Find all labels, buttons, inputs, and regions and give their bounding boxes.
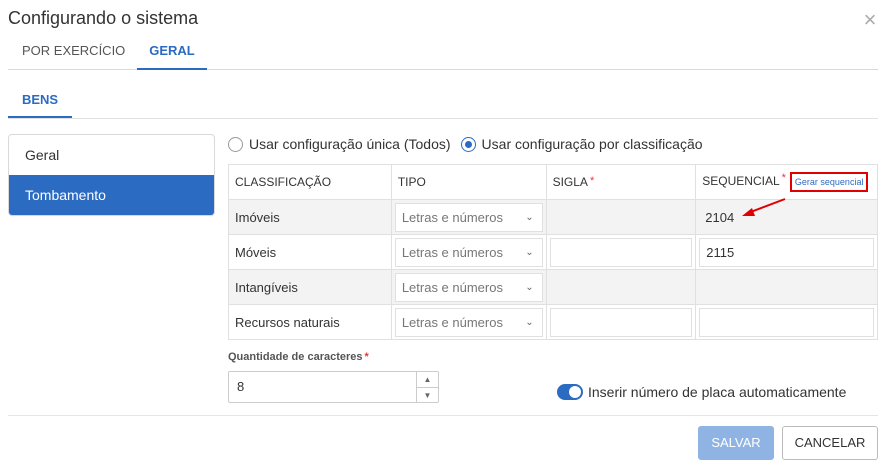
- cell-sigla: [545, 269, 697, 305]
- chevron-down-icon: ⌄: [525, 246, 534, 258]
- tipo-select[interactable]: Letras e números ⌄: [394, 237, 543, 267]
- cell-sigla: [545, 199, 697, 235]
- radio-option-classificacao[interactable]: Usar configuração por classificação: [460, 136, 703, 152]
- dialog-title: Configurando o sistema: [8, 8, 199, 28]
- tipo-select[interactable]: Letras e números ⌄: [394, 272, 543, 302]
- cell-tipo: Letras e números ⌄: [390, 269, 547, 305]
- classification-table: CLASSIFICAÇÃO TIPO SIGLA * SEQUENCIAL * Ger…: [228, 164, 878, 340]
- header-tipo: TIPO: [390, 164, 547, 200]
- subtab-bens[interactable]: BENS: [8, 92, 72, 118]
- required-mark: *: [589, 175, 595, 187]
- header-sequencial-label: SEQUENCIAL: [702, 174, 780, 189]
- main-tabs: POR EXERCÍCIO GERAL: [8, 42, 878, 70]
- sidebar-item-tombamento[interactable]: Tombamento: [9, 175, 214, 215]
- tipo-select-value: Letras e números: [401, 279, 503, 295]
- table-row: Imóveis Letras e números ⌄ 2104: [228, 199, 878, 235]
- auto-plate-label: Inserir número de placa automaticamente: [588, 384, 847, 400]
- cell-tipo: Letras e números ⌄: [390, 234, 547, 270]
- auto-plate-toggle[interactable]: [557, 384, 583, 400]
- stepper-buttons: ▲ ▼: [416, 372, 438, 402]
- tipo-select-value: Letras e números: [401, 209, 503, 225]
- radio-option-unica[interactable]: Usar configuração única (Todos): [228, 136, 451, 152]
- required-mark: *: [364, 351, 369, 363]
- tab-por-exercicio[interactable]: POR EXERCÍCIO: [22, 42, 125, 70]
- tipo-select-value: Letras e números: [401, 244, 503, 260]
- sidebar: Geral Tombamento: [8, 134, 215, 216]
- tipo-select[interactable]: Letras e números ⌄: [394, 202, 543, 232]
- quantidade-label: Quantidade de caracteres *: [228, 351, 369, 363]
- table-header-row: CLASSIFICAÇÃO TIPO SIGLA * SEQUENCIAL * Ger…: [228, 164, 878, 200]
- auto-plate-toggle-group: Inserir número de placa automaticamente: [557, 384, 846, 400]
- quantidade-stepper[interactable]: 8 ▲ ▼: [228, 371, 439, 403]
- quantidade-value: 8: [237, 379, 245, 394]
- tab-geral[interactable]: GERAL: [137, 42, 207, 70]
- chevron-down-icon: ⌄: [525, 211, 534, 223]
- chevron-down-icon: ⌄: [525, 316, 534, 328]
- tipo-select-value: Letras e números: [401, 314, 503, 330]
- quantidade-label-text: Quantidade de caracteres: [228, 351, 363, 363]
- config-mode-radios: Usar configuração única (Todos) Usar con…: [228, 134, 713, 154]
- footer-divider: [8, 415, 878, 416]
- cell-sequencial: [695, 304, 878, 340]
- radio-label-classificacao: Usar configuração por classificação: [481, 136, 703, 152]
- close-icon[interactable]: ×: [860, 9, 880, 31]
- cell-sequencial: 2104: [695, 199, 878, 235]
- chevron-down-icon: ⌄: [525, 281, 534, 293]
- cell-tipo: Letras e números ⌄: [390, 199, 547, 235]
- cell-classificacao: Imóveis: [228, 199, 392, 235]
- cell-classificacao: Recursos naturais: [228, 304, 392, 340]
- required-mark: *: [781, 172, 786, 184]
- sequencial-value: 2104: [705, 209, 735, 225]
- cell-tipo: Letras e números ⌄: [390, 304, 547, 340]
- sigla-input[interactable]: [549, 307, 693, 337]
- radio-unchecked[interactable]: [228, 136, 243, 152]
- radio-checked[interactable]: [460, 136, 476, 152]
- sequencial-input[interactable]: [699, 307, 874, 337]
- table-row: Recursos naturais Letras e números ⌄: [228, 304, 878, 340]
- header-classificacao: CLASSIFICAÇÃO: [228, 164, 392, 200]
- cell-sigla: [545, 304, 697, 340]
- table-row: Móveis Letras e números ⌄ 2115: [228, 234, 878, 270]
- cell-classificacao: Intangíveis: [228, 269, 392, 305]
- cancel-button[interactable]: CANCELAR: [782, 426, 878, 460]
- table-row: Intangíveis Letras e números ⌄: [228, 269, 878, 305]
- cell-classificacao: Móveis: [228, 234, 392, 270]
- header-sigla: SIGLA *: [545, 164, 697, 200]
- cell-sequencial: [695, 269, 878, 305]
- gerar-sequencial-link[interactable]: Gerar sequencial: [789, 172, 869, 192]
- chevron-down-icon[interactable]: ▼: [417, 388, 438, 403]
- header-sequencial: SEQUENCIAL * Gerar sequencial: [695, 164, 878, 200]
- header-tipo-label: TIPO: [397, 175, 426, 189]
- sigla-input[interactable]: [549, 237, 693, 267]
- sequencial-input[interactable]: 2115: [699, 237, 874, 267]
- cell-sequencial: 2115: [695, 234, 878, 270]
- sequencial-value: [699, 273, 874, 302]
- save-button[interactable]: SALVAR: [698, 426, 774, 460]
- sidebar-item-geral[interactable]: Geral: [9, 135, 214, 175]
- divider: [8, 118, 878, 119]
- header-classificacao-label: CLASSIFICAÇÃO: [235, 175, 332, 189]
- tipo-select[interactable]: Letras e números ⌄: [394, 307, 543, 337]
- cell-sigla: [545, 234, 697, 270]
- radio-label-unica: Usar configuração única (Todos): [249, 136, 451, 152]
- header-sigla-label: SIGLA: [552, 175, 588, 189]
- chevron-up-icon[interactable]: ▲: [417, 372, 438, 388]
